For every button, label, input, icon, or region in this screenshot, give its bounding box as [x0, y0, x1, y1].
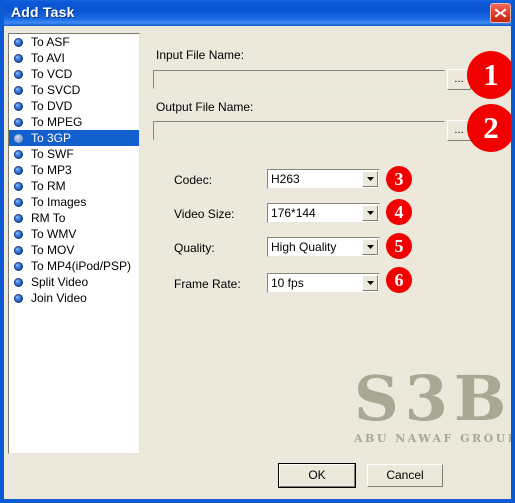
sidebar-item-label: To MP4(iPod/PSP)	[31, 259, 132, 273]
annotation-badge-5: 5	[386, 233, 412, 259]
bullet-icon	[14, 214, 23, 223]
sidebar-item-to-rm[interactable]: To RM	[9, 178, 139, 194]
bullet-icon	[14, 182, 23, 191]
sidebar-item-rm-to[interactable]: RM To	[9, 210, 139, 226]
video-size-value: 176*144	[271, 206, 316, 220]
video-size-label: Video Size:	[174, 207, 235, 221]
frame-rate-select[interactable]: 10 fps	[267, 273, 380, 293]
bullet-icon	[14, 262, 23, 271]
sidebar-item-label: To 3GP	[31, 131, 72, 145]
cancel-button[interactable]: Cancel	[367, 464, 443, 487]
quality-value: High Quality	[271, 240, 337, 254]
ok-button[interactable]: OK	[278, 463, 356, 488]
sidebar-item-to-svcd[interactable]: To SVCD	[9, 82, 139, 98]
bullet-icon	[14, 118, 23, 127]
bullet-icon	[14, 166, 23, 175]
sidebar-item-to-avi[interactable]: To AVI	[9, 50, 139, 66]
watermark: S3B ABU NAWAF GROUP	[354, 362, 515, 446]
bullet-icon	[14, 54, 23, 63]
chevron-down-icon[interactable]	[362, 239, 378, 255]
sidebar-item-label: To RM	[31, 179, 66, 193]
codec-select[interactable]: H263	[267, 169, 380, 189]
bullet-icon	[14, 70, 23, 79]
sidebar-item-label: To SWF	[31, 147, 74, 161]
bullet-icon	[14, 134, 23, 143]
sidebar-item-label: To MOV	[31, 243, 75, 257]
sidebar-item-to-images[interactable]: To Images	[9, 194, 139, 210]
sidebar-item-label: To AVI	[31, 51, 65, 65]
sidebar-item-join-video[interactable]: Join Video	[9, 290, 139, 306]
sidebar-item-label: Join Video	[31, 291, 87, 305]
sidebar-item-label: To MP3	[31, 163, 72, 177]
bullet-icon	[14, 246, 23, 255]
sidebar-item-to-3gp[interactable]: To 3GP	[9, 130, 139, 146]
chevron-down-icon[interactable]	[362, 205, 378, 221]
title-bar: Add Task	[4, 0, 511, 26]
sidebar-item-label: To DVD	[31, 99, 73, 113]
sidebar-item-label: To Images	[31, 195, 87, 209]
input-file-field[interactable]	[153, 70, 445, 89]
bullet-icon	[14, 38, 23, 47]
input-file-label: Input File Name:	[156, 48, 245, 62]
sidebar-item-label: To SVCD	[31, 83, 81, 97]
frame-rate-label: Frame Rate:	[174, 277, 241, 291]
sidebar-item-to-mp3[interactable]: To MP3	[9, 162, 139, 178]
sidebar-item-split-video[interactable]: Split Video	[9, 274, 139, 290]
window-title: Add Task	[11, 4, 75, 20]
codec-label: Codec:	[174, 173, 213, 187]
bullet-icon	[14, 198, 23, 207]
annotation-badge-1: 1	[467, 51, 511, 99]
sidebar-item-label: To ASF	[31, 35, 70, 49]
chevron-down-icon[interactable]	[362, 275, 378, 291]
chevron-down-icon[interactable]	[362, 171, 378, 187]
sidebar-item-to-asf[interactable]: To ASF	[9, 34, 139, 50]
sidebar-item-to-dvd[interactable]: To DVD	[9, 98, 139, 114]
bullet-icon	[14, 102, 23, 111]
frame-rate-value: 10 fps	[271, 276, 304, 290]
video-size-select[interactable]: 176*144	[267, 203, 380, 223]
sidebar-item-to-swf[interactable]: To SWF	[9, 146, 139, 162]
sidebar-item-to-mp4[interactable]: To MP4(iPod/PSP)	[9, 258, 139, 274]
sidebar-item-label: To VCD	[31, 67, 73, 81]
sidebar-item-to-mpeg[interactable]: To MPEG	[9, 114, 139, 130]
watermark-logo-text: S3B	[354, 362, 513, 435]
add-task-dialog: Add Task To ASF To AVI To VCD To SVCD To…	[0, 0, 515, 503]
bullet-icon	[14, 230, 23, 239]
quality-select[interactable]: High Quality	[267, 237, 380, 257]
watermark-subtitle: ABU NAWAF GROUP	[354, 432, 515, 445]
conversion-type-list[interactable]: To ASF To AVI To VCD To SVCD To DVD To M…	[8, 33, 140, 454]
bullet-icon	[14, 150, 23, 159]
sidebar-item-label: To WMV	[31, 227, 77, 241]
annotation-badge-6: 6	[386, 267, 412, 293]
annotation-badge-2: 2	[467, 104, 511, 152]
codec-value: H263	[271, 172, 300, 186]
annotation-badge-4: 4	[386, 199, 412, 225]
annotation-badge-3: 3	[386, 166, 412, 192]
sidebar-item-label: Split Video	[31, 275, 89, 289]
close-icon[interactable]	[490, 3, 511, 23]
bullet-icon	[14, 294, 23, 303]
output-file-field[interactable]	[153, 121, 445, 140]
sidebar-item-label: RM To	[31, 211, 66, 225]
quality-label: Quality:	[174, 241, 215, 255]
bullet-icon	[14, 278, 23, 287]
sidebar-item-to-mov[interactable]: To MOV	[9, 242, 139, 258]
sidebar-item-to-wmv[interactable]: To WMV	[9, 226, 139, 242]
bullet-icon	[14, 86, 23, 95]
sidebar-item-label: To MPEG	[31, 115, 83, 129]
sidebar-item-to-vcd[interactable]: To VCD	[9, 66, 139, 82]
output-file-label: Output File Name:	[156, 100, 254, 114]
